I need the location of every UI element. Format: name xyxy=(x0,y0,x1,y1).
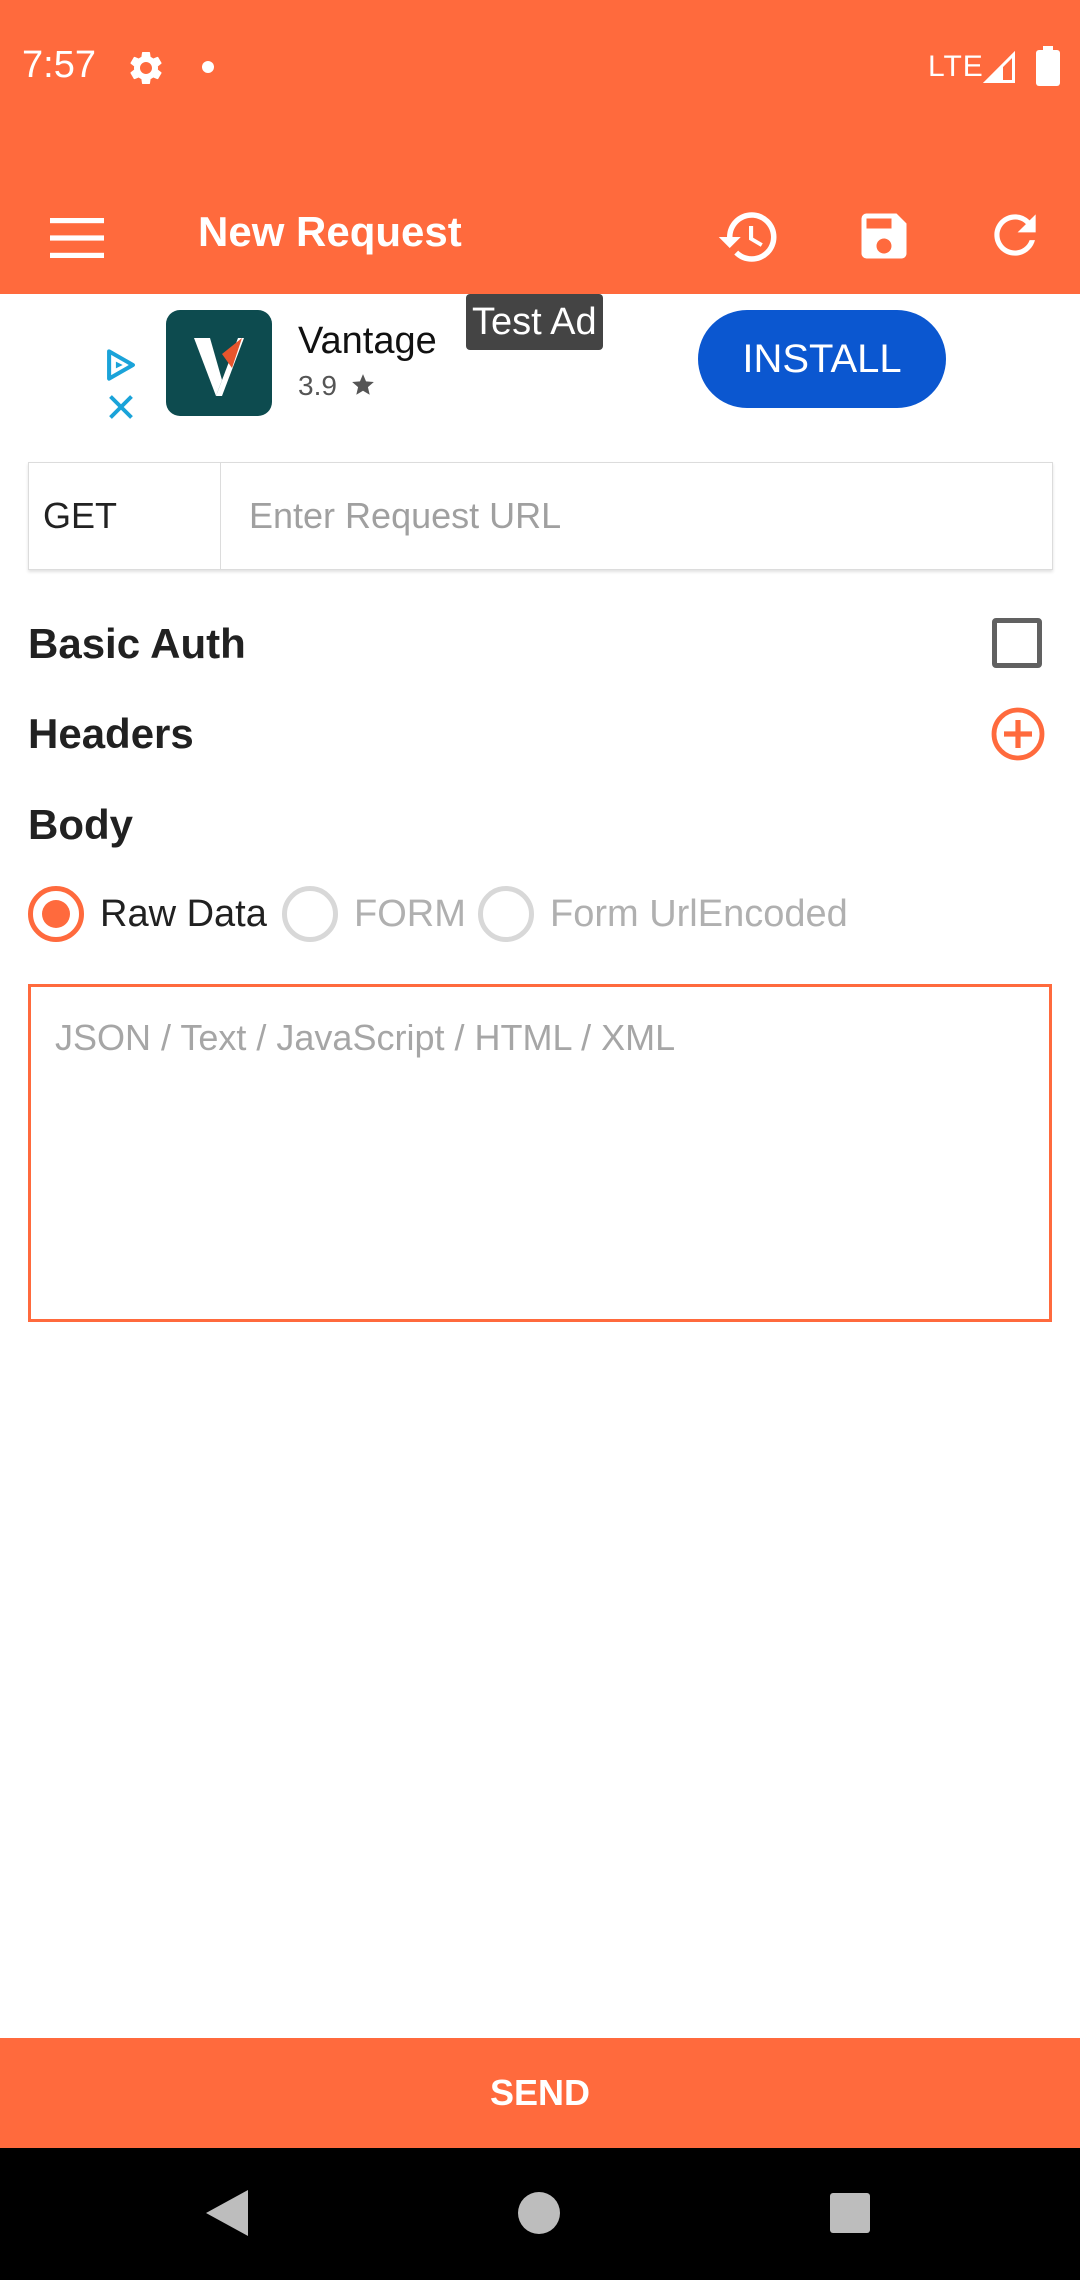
home-icon[interactable] xyxy=(518,2192,560,2234)
status-time: 7:57 xyxy=(22,44,96,86)
gear-icon xyxy=(130,51,162,84)
send-button[interactable]: SEND xyxy=(0,2038,1080,2148)
app-bar: New Request xyxy=(0,136,1080,294)
add-header-icon[interactable] xyxy=(990,706,1046,762)
ad-rating: 3.9 xyxy=(298,370,337,401)
radio-button[interactable] xyxy=(478,886,534,942)
star-icon xyxy=(352,374,374,395)
body-label: Body xyxy=(28,801,133,848)
body-textarea[interactable] xyxy=(28,984,1052,1322)
close-icon[interactable] xyxy=(106,392,136,422)
basic-auth-checkbox[interactable] xyxy=(992,618,1042,668)
test-ad-badge: Test Ad xyxy=(466,294,603,350)
battery-icon xyxy=(1036,46,1060,86)
menu-icon[interactable] xyxy=(50,218,104,258)
radio-form[interactable]: FORM xyxy=(282,884,466,944)
page-title: New Request xyxy=(198,208,462,255)
recents-icon[interactable] xyxy=(830,2193,870,2233)
ad-app-name[interactable]: Vantage xyxy=(298,320,437,363)
request-url-row: GET xyxy=(28,462,1053,570)
status-bar: 7:57 LTE xyxy=(0,0,1080,136)
radio-raw-data[interactable]: Raw Data xyxy=(28,884,267,944)
ad-banner[interactable]: Vantage 3.9 Test Ad INSTALL xyxy=(0,294,1080,434)
radio-label: Raw Data xyxy=(100,892,267,935)
radio-button-checked[interactable] xyxy=(28,886,84,942)
ad-choices-icon[interactable] xyxy=(104,348,138,382)
ad-app-logo[interactable] xyxy=(166,310,272,416)
radio-label: FORM xyxy=(354,892,466,935)
back-icon[interactable] xyxy=(204,2188,250,2238)
radio-label: Form UrlEncoded xyxy=(550,892,848,935)
system-nav-bar xyxy=(0,2148,1080,2280)
install-button[interactable]: INSTALL xyxy=(698,310,946,408)
method-select[interactable]: GET xyxy=(29,463,221,569)
refresh-icon[interactable] xyxy=(984,204,1046,266)
network-type: LTE xyxy=(928,50,984,83)
radio-button[interactable] xyxy=(282,886,338,942)
url-input[interactable] xyxy=(221,463,1052,569)
history-icon[interactable] xyxy=(716,204,782,270)
vantage-logo-icon xyxy=(194,338,244,396)
save-icon[interactable] xyxy=(854,206,914,266)
radio-form-urlencoded[interactable]: Form UrlEncoded xyxy=(478,884,848,944)
signal-icon xyxy=(982,50,1015,83)
basic-auth-label: Basic Auth xyxy=(28,620,246,667)
notification-dot xyxy=(202,61,214,73)
headers-label: Headers xyxy=(28,710,194,757)
